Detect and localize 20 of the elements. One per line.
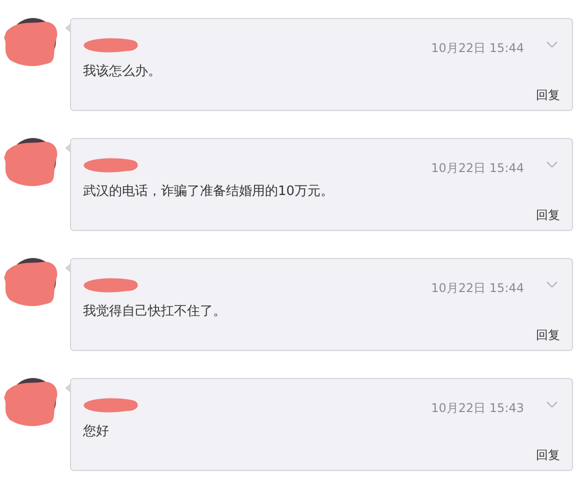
timestamp: 10月22日 15:44 bbox=[431, 280, 524, 296]
message-text: 您好 bbox=[82, 423, 110, 441]
chevron-down-icon[interactable] bbox=[546, 40, 558, 48]
message-text: 武汉的电话，诈骗了准备结婚用的10万元。 bbox=[82, 183, 335, 201]
redaction-mark bbox=[83, 37, 139, 53]
reply-link[interactable]: 回复 bbox=[536, 327, 560, 344]
timestamp: 10月22日 15:44 bbox=[431, 160, 524, 176]
redaction-mark bbox=[83, 277, 139, 293]
message-text: 我觉得自己快扛不住了。 bbox=[82, 303, 227, 321]
chevron-down-icon[interactable] bbox=[546, 160, 558, 168]
redaction-mark bbox=[83, 397, 139, 413]
reply-link[interactable]: 回复 bbox=[536, 447, 560, 464]
timestamp: 10月22日 15:43 bbox=[431, 400, 524, 416]
chevron-down-icon[interactable] bbox=[546, 400, 558, 408]
reply-link[interactable]: 回复 bbox=[536, 87, 560, 104]
redaction-mark bbox=[83, 157, 139, 173]
message-text: 我该怎么办。 bbox=[82, 63, 162, 81]
chevron-down-icon[interactable] bbox=[546, 280, 558, 288]
reply-link[interactable]: 回复 bbox=[536, 207, 560, 224]
timestamp: 10月22日 15:44 bbox=[431, 40, 524, 56]
